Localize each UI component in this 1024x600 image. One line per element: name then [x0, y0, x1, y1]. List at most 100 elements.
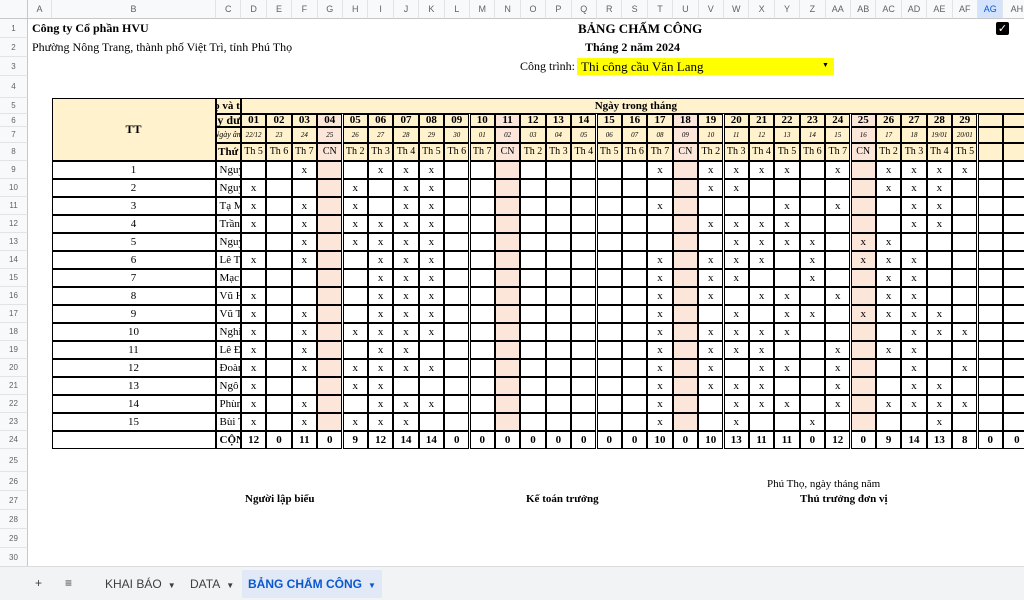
- attendance-cell: [1002, 394, 1024, 413]
- day-number: 21: [748, 113, 775, 127]
- row-header-15[interactable]: 15: [0, 269, 28, 287]
- row-header-9[interactable]: 9: [0, 161, 28, 179]
- column-header-u[interactable]: U: [673, 0, 699, 19]
- row-header-3[interactable]: 3: [0, 57, 28, 76]
- column-header-aa[interactable]: AA: [825, 0, 851, 19]
- sheet-tab-data[interactable]: DATA ▼: [184, 570, 240, 598]
- column-header-e[interactable]: E: [266, 0, 293, 19]
- attendance-cell: x: [367, 376, 394, 395]
- attendance-cell: [850, 286, 876, 305]
- row-header-18[interactable]: 18: [0, 323, 28, 341]
- attendance-cell: [952, 376, 978, 395]
- column-header-ae[interactable]: AE: [927, 0, 953, 19]
- row-header-24[interactable]: 24: [0, 431, 28, 449]
- employee-name: Bùi Thu Huyền: [215, 412, 241, 431]
- row-header-7[interactable]: 7: [0, 127, 28, 143]
- spreadsheet-grid[interactable]: A B C D E F G H I J K L M N O P Q R S T U V W X Y Z AA AB AC AD AE AF AG…: [0, 0, 1024, 566]
- attendance-cell: x: [698, 250, 724, 269]
- row-header-11[interactable]: 11: [0, 197, 28, 215]
- weekday-label: [977, 142, 1003, 161]
- chevron-down-icon[interactable]: ▼: [822, 61, 829, 69]
- column-header-k[interactable]: K: [419, 0, 445, 19]
- row-header-17[interactable]: 17: [0, 305, 28, 323]
- column-header-n[interactable]: N: [495, 0, 521, 19]
- row-header-22[interactable]: 22: [0, 395, 28, 413]
- attendance-cell: x: [698, 322, 724, 341]
- column-header-ad[interactable]: AD: [901, 0, 928, 19]
- column-header-w[interactable]: W: [724, 0, 750, 19]
- row-header-30[interactable]: 30: [0, 548, 28, 566]
- attendance-cell: [520, 412, 546, 431]
- column-header-ab[interactable]: AB: [851, 0, 877, 19]
- row-header-8[interactable]: 8: [0, 143, 28, 161]
- attendance-cell: x: [291, 196, 318, 215]
- column-header-s[interactable]: S: [622, 0, 648, 19]
- column-header-m[interactable]: M: [470, 0, 496, 19]
- caret-down-icon[interactable]: ▼: [226, 581, 234, 590]
- attendance-cell: [926, 268, 953, 287]
- row-header-23[interactable]: 23: [0, 413, 28, 431]
- sheet-tab-khai-bao[interactable]: KHAI BÁO ▼: [99, 570, 182, 598]
- attendance-cell: x: [393, 394, 419, 413]
- row-header-5[interactable]: 5: [0, 98, 28, 114]
- row-header-21[interactable]: 21: [0, 377, 28, 395]
- attendance-cell: [672, 394, 699, 413]
- add-sheet-button[interactable]: +: [35, 567, 42, 600]
- daily-total: 0: [672, 430, 699, 449]
- employee-name: Trần Tiến Đạt: [215, 214, 241, 233]
- row-header-26[interactable]: 26: [0, 472, 28, 491]
- column-header-ag[interactable]: AG: [978, 0, 1004, 19]
- row-header-10[interactable]: 10: [0, 179, 28, 197]
- column-header-h[interactable]: H: [343, 0, 369, 19]
- sheet-tab-bang-cham-cong[interactable]: BẢNG CHẤM CÔNG ▼: [242, 570, 382, 598]
- checkbox-checked-icon[interactable]: ✓: [996, 22, 1009, 35]
- column-header-l[interactable]: L: [444, 0, 470, 19]
- row-header-1[interactable]: 1: [0, 19, 28, 38]
- column-header-ac[interactable]: AC: [876, 0, 902, 19]
- column-header-f[interactable]: F: [292, 0, 318, 19]
- column-header-b[interactable]: B: [52, 0, 216, 19]
- attendance-cell: x: [393, 232, 419, 251]
- column-header-d[interactable]: D: [241, 0, 267, 19]
- attendance-cell: x: [825, 340, 851, 359]
- column-header-af[interactable]: AF: [952, 0, 978, 19]
- employee-tt: 7: [51, 268, 216, 287]
- column-header-ah[interactable]: AH: [1003, 0, 1024, 19]
- column-header-q[interactable]: Q: [571, 0, 597, 19]
- attendance-cell: [571, 178, 597, 197]
- column-header-x[interactable]: X: [749, 0, 775, 19]
- column-header-o[interactable]: O: [520, 0, 547, 19]
- caret-down-icon[interactable]: ▼: [168, 581, 176, 590]
- column-header-t[interactable]: T: [647, 0, 674, 19]
- row-header-13[interactable]: 13: [0, 233, 28, 251]
- column-header-r[interactable]: R: [597, 0, 623, 19]
- all-sheets-menu-button[interactable]: ≡: [65, 567, 72, 600]
- column-header-a[interactable]: A: [28, 0, 52, 19]
- row-header-25[interactable]: 25: [0, 449, 28, 472]
- row-header-2[interactable]: 2: [0, 38, 28, 57]
- column-header-j[interactable]: J: [393, 0, 420, 19]
- column-header-c[interactable]: C: [216, 0, 242, 19]
- column-header-g[interactable]: G: [317, 0, 343, 19]
- attendance-cell: [444, 196, 470, 215]
- column-header-i[interactable]: I: [368, 0, 394, 19]
- row-header-28[interactable]: 28: [0, 510, 28, 529]
- row-header-12[interactable]: 12: [0, 215, 28, 233]
- row-header-19[interactable]: 19: [0, 341, 28, 359]
- row-header-6[interactable]: 6: [0, 114, 28, 127]
- row-header-27[interactable]: 27: [0, 491, 28, 510]
- row-header-4[interactable]: 4: [0, 76, 28, 98]
- select-all-corner[interactable]: [0, 0, 28, 19]
- column-header-p[interactable]: P: [546, 0, 572, 19]
- row-header-16[interactable]: 16: [0, 287, 28, 305]
- column-header-z[interactable]: Z: [800, 0, 826, 19]
- project-value[interactable]: Thi công cầu Văn Lang: [581, 59, 704, 75]
- attendance-cell: [494, 358, 521, 377]
- attendance-cell: x: [393, 196, 419, 215]
- row-header-20[interactable]: 20: [0, 359, 28, 377]
- row-header-14[interactable]: 14: [0, 251, 28, 269]
- row-header-29[interactable]: 29: [0, 529, 28, 548]
- column-header-y[interactable]: Y: [774, 0, 801, 19]
- column-header-v[interactable]: V: [698, 0, 724, 19]
- caret-down-icon[interactable]: ▼: [368, 581, 376, 590]
